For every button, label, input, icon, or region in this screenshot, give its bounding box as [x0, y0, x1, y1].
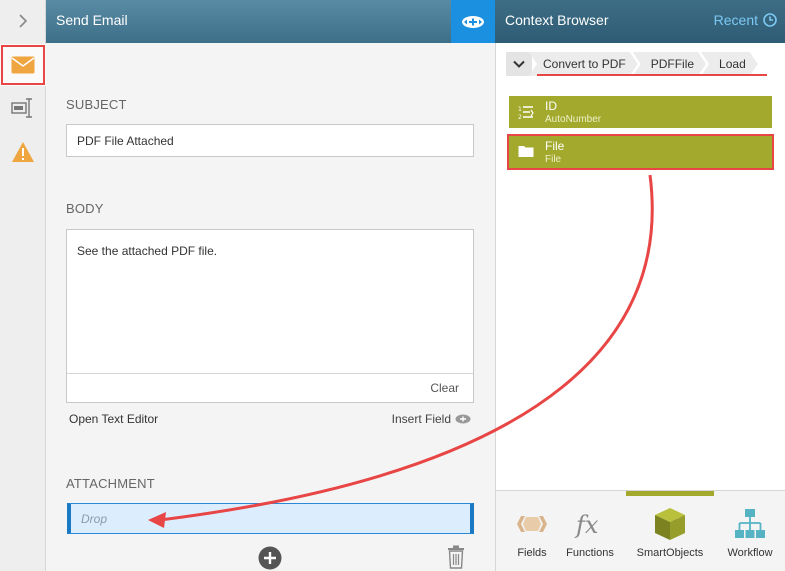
- body-label: BODY: [66, 201, 104, 216]
- body-footer: Clear: [67, 373, 473, 402]
- breadcrumb: Convert to PDF PDFFile Load: [506, 52, 758, 76]
- context-browser-body: Convert to PDF PDFFile Load 12 ID AutoNu…: [495, 43, 785, 490]
- plus-circle-icon: [258, 546, 282, 570]
- svg-text:fx: fx: [574, 511, 599, 539]
- field-type: File: [545, 154, 562, 165]
- chevron-right-icon: [19, 14, 28, 28]
- envelope-icon: [11, 56, 35, 74]
- field-row-file[interactable]: File File: [507, 134, 774, 170]
- expand-chevron-button[interactable]: [0, 0, 46, 42]
- expand-arrows-icon: [462, 15, 484, 28]
- send-email-header: Send Email: [46, 0, 495, 43]
- insert-field-button[interactable]: Insert Field: [392, 412, 471, 426]
- tab-label: Fields: [517, 547, 547, 559]
- field-row-id[interactable]: 12 ID AutoNumber: [509, 96, 772, 128]
- folder-icon: [518, 144, 534, 161]
- field-name: File: [545, 139, 565, 153]
- svg-text:1: 1: [518, 106, 522, 113]
- email-step-button[interactable]: [0, 44, 46, 86]
- field-name: ID: [545, 99, 557, 113]
- toggle-context-browser-button[interactable]: [451, 0, 495, 43]
- fields-icon: [515, 507, 549, 541]
- breadcrumb-dropdown-button[interactable]: [506, 52, 532, 76]
- breadcrumb-item[interactable]: Load: [701, 52, 758, 76]
- subject-input[interactable]: PDF File Attached: [66, 124, 474, 157]
- warning-step-button[interactable]: [0, 131, 46, 173]
- autonumber-icon: 12: [518, 104, 534, 123]
- add-attachment-button[interactable]: [258, 546, 282, 571]
- body-text: See the attached PDF file.: [77, 244, 218, 258]
- clear-button[interactable]: Clear: [430, 381, 459, 395]
- tab-label: SmartObjects: [636, 547, 704, 559]
- attachment-label: ATTACHMENT: [66, 476, 155, 491]
- clock-icon: [763, 13, 777, 27]
- context-browser-header: Context Browser Recent: [495, 0, 785, 43]
- context-browser-tabs: Fields fx Functions SmartObjects Workflo…: [495, 490, 785, 571]
- tab-workflow[interactable]: Workflow: [714, 491, 785, 571]
- panel-title: Send Email: [56, 12, 128, 28]
- left-icon-rail: [0, 0, 46, 571]
- trash-icon: [448, 545, 464, 569]
- tab-functions[interactable]: fx Functions: [554, 491, 626, 571]
- insert-arrows-icon: [455, 414, 471, 424]
- breadcrumb-item[interactable]: PDFFile: [633, 52, 706, 76]
- body-textarea[interactable]: See the attached PDF file. Clear: [66, 229, 474, 403]
- tab-label: Functions: [566, 547, 614, 559]
- recent-label: Recent: [713, 12, 758, 28]
- open-text-editor-link[interactable]: Open Text Editor: [69, 412, 158, 426]
- subject-label: SUBJECT: [66, 97, 127, 112]
- delete-attachment-button[interactable]: [446, 545, 466, 571]
- field-type: AutoNumber: [545, 114, 602, 125]
- context-browser-title: Context Browser: [505, 12, 609, 28]
- svg-text:2: 2: [518, 114, 522, 120]
- workflow-icon: [735, 507, 765, 541]
- insert-field-label: Insert Field: [391, 412, 451, 426]
- cube-icon: [654, 507, 686, 541]
- chevron-down-icon: [513, 60, 525, 68]
- attachment-drop-zone[interactable]: Drop: [67, 503, 474, 534]
- text-field-icon: [11, 98, 32, 118]
- breadcrumb-item[interactable]: Convert to PDF: [529, 52, 638, 76]
- tab-smartobjects[interactable]: SmartObjects: [626, 491, 714, 571]
- properties-step-button[interactable]: [0, 87, 46, 129]
- fx-icon: fx: [573, 507, 607, 541]
- recent-link[interactable]: Recent: [714, 12, 777, 28]
- breadcrumb-highlight: [537, 74, 767, 76]
- warning-icon: [12, 142, 34, 162]
- send-email-form: SUBJECT PDF File Attached BODY See the a…: [46, 43, 495, 571]
- tab-label: Workflow: [727, 547, 773, 559]
